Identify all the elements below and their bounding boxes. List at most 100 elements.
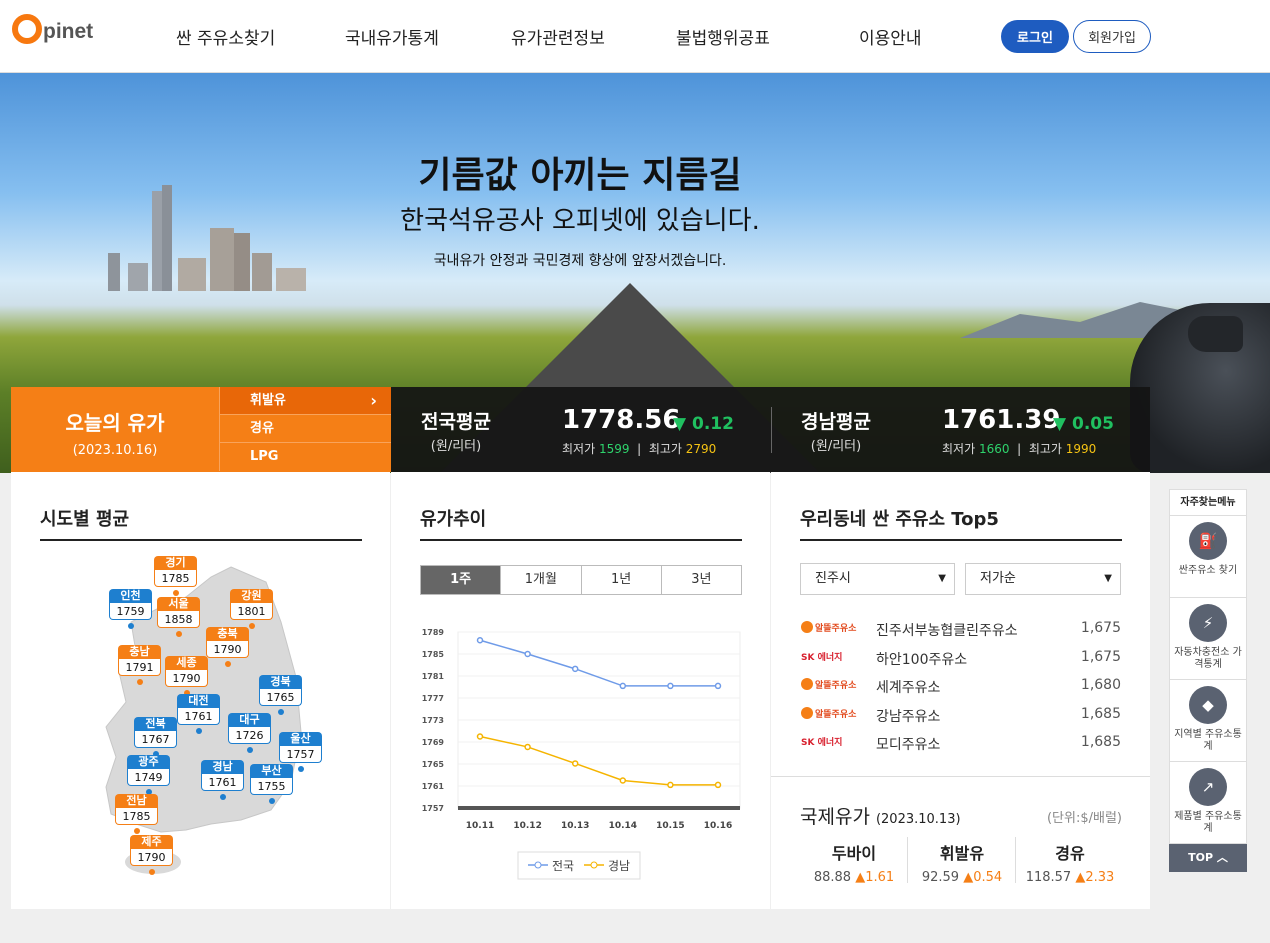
alddeul-logo: 알뜰주유소	[801, 678, 856, 691]
region-name: 강원	[230, 589, 273, 603]
x-tick-label: 10.14	[609, 821, 637, 831]
y-tick-label: 1773	[422, 716, 444, 725]
hero-title: 기름값 아끼는 지름길	[418, 155, 742, 196]
nav-guide[interactable]: 이용안내	[859, 24, 922, 49]
station-row[interactable]: 알뜰주유소 세계주유소 1,680	[801, 674, 1121, 702]
x-tick-label: 10.12	[513, 821, 541, 831]
region-marker[interactable]: 전남 1785	[115, 794, 158, 834]
region-marker[interactable]: 대구 1726	[228, 713, 271, 753]
region-name: 전남	[115, 794, 158, 808]
korea-map-icon: ◆	[1189, 686, 1227, 724]
quick-product-stats[interactable]: ↗ 제품별 주유소통계	[1169, 762, 1247, 844]
region-marker[interactable]: 세종 1790	[165, 656, 208, 696]
trend-panel: 유가추이 1주 1개월 1년 3년 1789 1785 1781 1777 1773 17…	[391, 472, 770, 909]
charger-icon: ⚡	[1189, 604, 1227, 642]
gyeongnam-unit: (원/리터)	[810, 439, 862, 454]
station-price: 1,685	[1080, 734, 1121, 750]
quick-cheap-station[interactable]: ⛽ 싼주유소 찾기	[1169, 516, 1247, 598]
nav-domestic-stats[interactable]: 국내유가통계	[345, 24, 439, 49]
region-name: 제주	[130, 835, 173, 849]
region-name: 대전	[177, 694, 220, 708]
nav-cheap-station[interactable]: 싼 주유소찾기	[176, 24, 275, 49]
quick-menu: 자주찾는메뉴 ⛽ 싼주유소 찾기 ⚡ 자동차충전소 가격통계 ◆ 지역별 주유소통계 …	[1169, 489, 1247, 873]
y-tick-label: 1765	[422, 760, 445, 769]
region-select[interactable]: 진주시 ▼	[800, 563, 955, 595]
join-button[interactable]: 회원가입	[1073, 20, 1151, 53]
tab-1year[interactable]: 1년	[580, 566, 661, 594]
legend-marker	[534, 861, 542, 869]
station-row[interactable]: 알뜰주유소 강남주유소 1,685	[801, 703, 1121, 731]
region-marker[interactable]: 서울 1858	[157, 597, 200, 637]
region-value: 1858	[157, 611, 200, 628]
legend-label: 전국	[552, 859, 574, 873]
station-row[interactable]: SK 에너지 하안100주유소 1,675	[801, 646, 1121, 674]
top-button[interactable]: TOP ︿	[1169, 844, 1247, 872]
region-value: 1759	[109, 603, 152, 620]
tab-1week[interactable]: 1주	[421, 566, 501, 594]
station-name: 모디주유소	[876, 737, 941, 753]
regional-title: 시도별 평균	[40, 509, 130, 530]
data-point	[714, 682, 722, 690]
sk-energy-logo: SK 에너지	[801, 738, 843, 748]
region-name: 세종	[165, 656, 208, 670]
region-marker[interactable]: 충북 1790	[206, 627, 249, 667]
region-marker[interactable]: 경남 1761	[201, 760, 244, 800]
region-value: 1801	[230, 603, 273, 620]
intl-diesel: 경유 118.57 ▲2.33	[1025, 844, 1115, 885]
intl-title: 국제유가 (2023.10.13)	[800, 806, 961, 828]
region-marker[interactable]: 충남 1791	[118, 645, 161, 685]
region-value: 1785	[154, 570, 197, 587]
region-marker[interactable]: 제주 1790	[130, 835, 173, 875]
region-marker[interactable]: 경북 1765	[259, 675, 302, 715]
legend-label: 경남	[608, 859, 630, 873]
region-name: 서울	[157, 597, 200, 611]
data-point	[714, 781, 722, 789]
data-point	[476, 733, 484, 740]
region-marker[interactable]: 경기 1785	[154, 556, 197, 596]
national-minmax: 최저가 1599 | 최고가 2790	[562, 442, 717, 456]
region-value: 1767	[134, 731, 177, 748]
login-button[interactable]: 로그인	[1001, 20, 1069, 53]
y-tick-label: 1757	[422, 804, 444, 813]
region-value: 1761	[201, 774, 244, 791]
region-name: 광주	[127, 755, 170, 769]
station-price: 1,685	[1080, 705, 1121, 722]
region-marker[interactable]: 전북 1767	[134, 717, 177, 757]
station-name: 세계주유소	[876, 680, 941, 696]
region-marker[interactable]: 울산 1757	[279, 732, 322, 772]
tab-gasoline[interactable]: 휘발유 ›	[219, 387, 391, 415]
x-tick-label: 10.13	[561, 821, 589, 831]
today-title: 오늘의 유가	[65, 411, 165, 435]
tab-3year[interactable]: 3년	[660, 566, 741, 594]
region-marker[interactable]: 인천 1759	[109, 589, 152, 629]
gyeongnam-label: 경남평균	[801, 411, 871, 433]
national-price: 1778.56	[562, 405, 681, 435]
national-label: 전국평균	[421, 411, 491, 433]
quick-charging-stats[interactable]: ⚡ 자동차충전소 가격통계	[1169, 598, 1247, 680]
intl-unit: (단위:$/배럴)	[1046, 811, 1122, 826]
region-value: 1726	[228, 727, 271, 744]
quick-regional-stats[interactable]: ◆ 지역별 주유소통계	[1169, 680, 1247, 762]
nav-illegal[interactable]: 불법행위공표	[676, 24, 770, 49]
top5-panel: 우리동네 싼 주유소 Top5 진주시 ▼ 저가순 ▼ 알뜰주유소 진주서부농협클린주…	[771, 472, 1150, 909]
region-value: 1749	[127, 769, 170, 786]
station-price: 1,675	[1080, 648, 1121, 665]
legend-marker	[590, 861, 598, 869]
national-unit: (원/리터)	[430, 439, 482, 454]
y-tick-label: 1777	[422, 694, 444, 703]
station-row[interactable]: SK 에너지 모디주유소 1,685	[801, 731, 1121, 759]
data-point	[524, 650, 531, 658]
opinet-logo[interactable]: pinet	[12, 14, 93, 44]
y-tick-label: 1769	[422, 738, 445, 747]
tab-1month[interactable]: 1개월	[500, 566, 580, 594]
region-marker[interactable]: 광주 1749	[127, 755, 170, 795]
region-marker[interactable]: 강원 1801	[230, 589, 273, 629]
tab-lpg[interactable]: LPG	[219, 443, 391, 471]
sort-select[interactable]: 저가순 ▼	[965, 563, 1121, 595]
station-row[interactable]: 알뜰주유소 진주서부농협클린주유소 1,675	[801, 617, 1121, 645]
region-marker[interactable]: 대전 1761	[177, 694, 220, 734]
tab-diesel[interactable]: 경유	[219, 415, 391, 443]
nav-price-info[interactable]: 유가관련정보	[511, 24, 605, 49]
hero-subtitle: 한국석유공사 오피넷에 있습니다.	[400, 206, 760, 236]
region-marker[interactable]: 부산 1755	[250, 764, 293, 804]
